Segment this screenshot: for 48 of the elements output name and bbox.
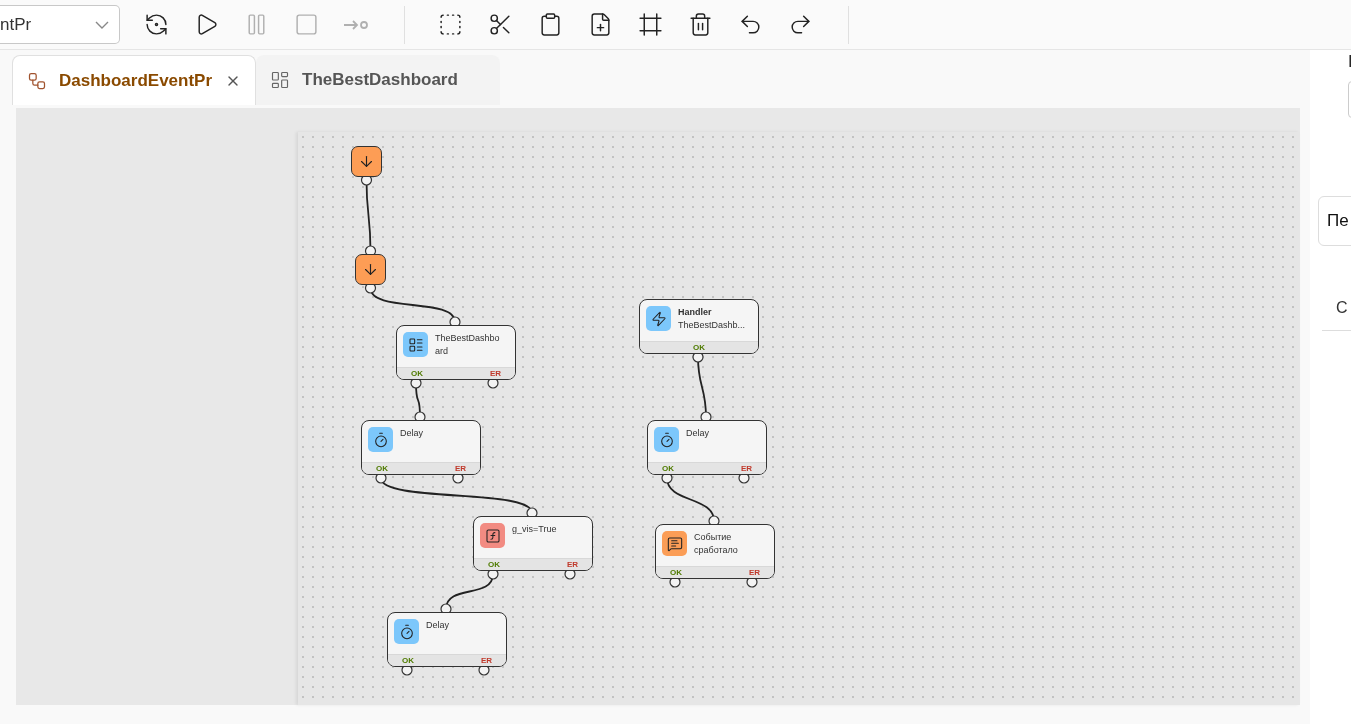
down-arrow-icon bbox=[358, 153, 375, 170]
port-label: ER bbox=[566, 559, 578, 570]
process-select[interactable]: ntPr bbox=[0, 5, 120, 44]
dashboard-icon bbox=[270, 70, 290, 90]
port-label: ER bbox=[748, 567, 760, 578]
trash-icon bbox=[687, 12, 713, 37]
node-title: Delay bbox=[686, 427, 710, 440]
flow-icon bbox=[27, 70, 47, 91]
port-label: OK bbox=[411, 368, 423, 379]
node-title: Событие сработало bbox=[694, 531, 739, 557]
node-title: Delay bbox=[400, 427, 424, 440]
start-node[interactable] bbox=[355, 254, 386, 285]
node-title: g_vis=True bbox=[512, 523, 558, 536]
flow-node[interactable]: Delay OK ER bbox=[647, 420, 767, 475]
node-title: Delay bbox=[426, 619, 450, 632]
panel-label: I bbox=[1348, 52, 1351, 72]
port-label: ER bbox=[480, 655, 492, 666]
flow-node[interactable]: g_vis=True OK ER bbox=[473, 516, 593, 571]
editor-tab[interactable]: DashboardEventPr bbox=[12, 55, 256, 105]
flow-node[interactable]: Delay OK ER bbox=[361, 420, 481, 475]
flow-node[interactable]: TheBestDashboard OK ER bbox=[396, 325, 516, 380]
run-check-icon bbox=[143, 12, 169, 37]
node-title: TheBestDashboard bbox=[435, 332, 501, 358]
chevron-down-icon bbox=[95, 20, 109, 29]
flow-node[interactable]: Handler TheBestDashb... OK bbox=[639, 299, 759, 354]
port-label: ER bbox=[454, 463, 466, 474]
port-label: OK bbox=[670, 567, 682, 578]
editor-tab[interactable]: TheBestDashboard bbox=[256, 55, 500, 105]
flow-canvas[interactable]: TheBestDashboard OK ER Delay OK ER g_vis=True OK ER Delay OK ER Handler TheBestDashb... OK Delay OK ER Событие сработало OK ER bbox=[298, 132, 1300, 705]
start-node[interactable] bbox=[351, 146, 382, 177]
port-label: OK bbox=[693, 342, 705, 353]
step-icon bbox=[343, 17, 369, 32]
port-label: OK bbox=[488, 559, 500, 570]
select-area-icon bbox=[437, 12, 463, 37]
port-label: OK bbox=[402, 655, 414, 666]
down-arrow-icon bbox=[362, 261, 379, 278]
port-label: ER bbox=[489, 368, 501, 379]
node-subtitle: TheBestDashb... bbox=[678, 319, 744, 332]
port-label: OK bbox=[662, 463, 674, 474]
flow-node[interactable]: Событие сработало OK ER bbox=[655, 524, 775, 579]
panel-tab[interactable]: Пе bbox=[1318, 196, 1351, 246]
port-label: ER bbox=[740, 463, 752, 474]
port-label: OK bbox=[376, 463, 388, 474]
node-title: Handler bbox=[678, 306, 713, 319]
stop-icon bbox=[293, 12, 319, 37]
flow-node[interactable]: Delay OK ER bbox=[387, 612, 507, 667]
frame-icon bbox=[637, 12, 663, 37]
panel-heading: С bbox=[1336, 298, 1348, 318]
